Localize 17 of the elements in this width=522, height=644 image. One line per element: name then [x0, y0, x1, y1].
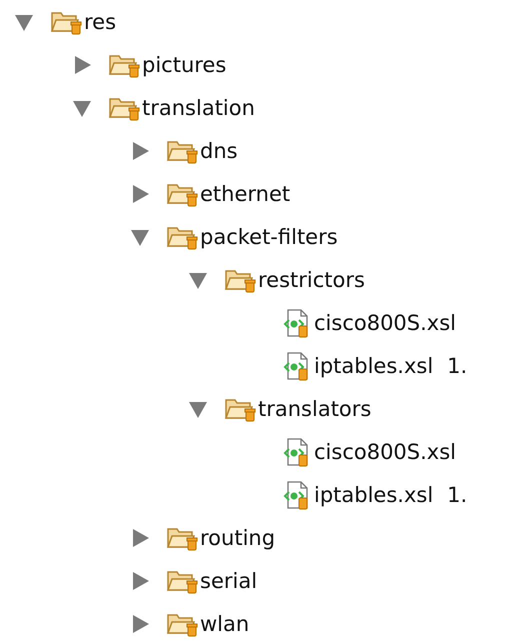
folder-name[interactable]: restrictors — [258, 268, 365, 292]
revision-label: 1. — [447, 354, 468, 378]
folder-name[interactable]: packet-filters — [200, 224, 338, 248]
file-name[interactable]: iptables.xsl — [314, 354, 434, 378]
file-name[interactable]: iptables.xsl — [314, 482, 434, 506]
folder-name[interactable]: pictures — [142, 52, 226, 76]
folder-name[interactable]: routing — [200, 526, 276, 550]
folder-name[interactable]: serial — [200, 568, 258, 592]
folder-name[interactable]: translators — [258, 396, 372, 420]
folder-name[interactable]: dns — [200, 138, 238, 162]
folder-name[interactable]: translation — [142, 96, 255, 120]
file-name[interactable]: cisco800S.xsl — [314, 310, 456, 334]
file-name[interactable]: cisco800S.xsl — [314, 440, 456, 464]
revision-label: 1. — [447, 482, 468, 506]
folder-name[interactable]: res — [84, 10, 116, 34]
folder-name[interactable]: ethernet — [200, 182, 290, 206]
folder-name[interactable]: wlan — [200, 612, 250, 636]
